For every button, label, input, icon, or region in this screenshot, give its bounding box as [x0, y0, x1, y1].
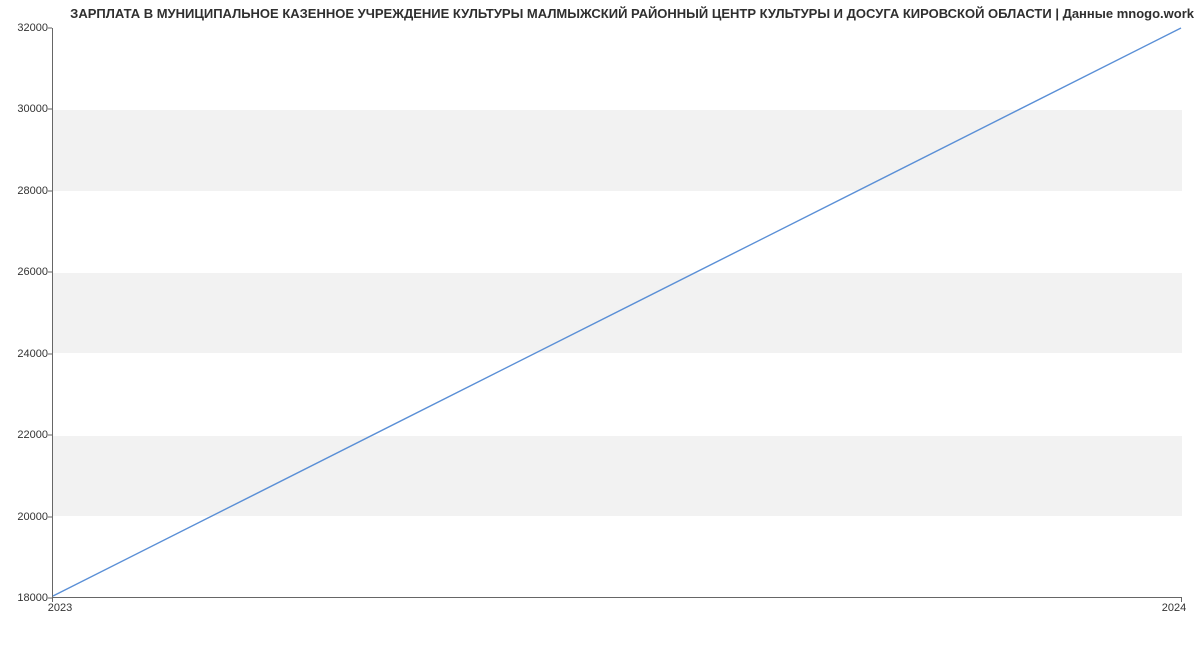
y-tick-label: 26000	[4, 266, 48, 278]
plot-area	[52, 28, 1182, 598]
x-tick-label: 2024	[1162, 602, 1186, 614]
x-tick-mark	[1181, 598, 1182, 602]
y-tick-label: 20000	[4, 511, 48, 523]
x-tick-label: 2023	[48, 602, 72, 614]
chart-container: ЗАРПЛАТА В МУНИЦИПАЛЬНОЕ КАЗЕННОЕ УЧРЕЖД…	[0, 0, 1200, 650]
y-tick-label: 22000	[4, 429, 48, 441]
chart-title: ЗАРПЛАТА В МУНИЦИПАЛЬНОЕ КАЗЕННОЕ УЧРЕЖД…	[0, 6, 1194, 21]
y-tick-label: 32000	[4, 22, 48, 34]
line-series	[53, 28, 1182, 597]
y-tick-label: 24000	[4, 348, 48, 360]
y-tick-label: 18000	[4, 592, 48, 604]
y-tick-label: 28000	[4, 185, 48, 197]
data-line	[53, 28, 1181, 596]
x-tick-mark	[52, 598, 53, 602]
y-tick-label: 30000	[4, 103, 48, 115]
